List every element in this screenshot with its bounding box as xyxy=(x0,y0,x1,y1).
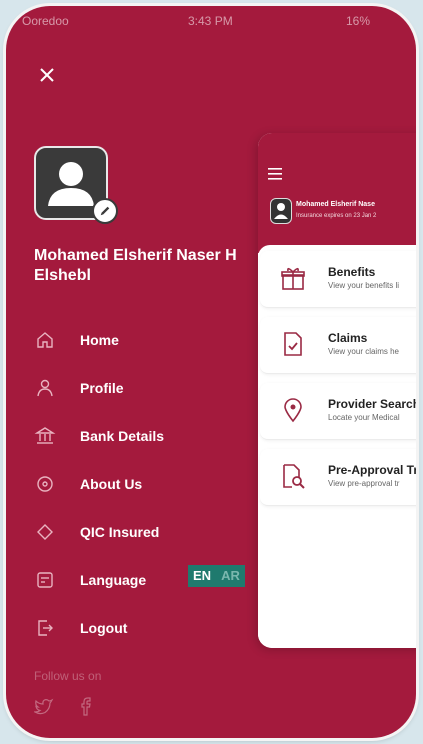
main-screen-preview[interactable]: Mohamed Elsherif Nase Insurance expires … xyxy=(258,133,416,648)
status-bar: Ooredoo 3:43 PM 16% xyxy=(6,6,416,32)
doc-search-icon xyxy=(283,464,305,489)
close-button[interactable] xyxy=(36,64,58,86)
gift-icon xyxy=(281,267,305,290)
user-icon xyxy=(37,379,53,397)
language-ar-option[interactable]: AR xyxy=(216,565,245,587)
preview-item-pre-approval[interactable]: Pre-Approval Tr View pre-approval tr xyxy=(260,449,416,506)
preview-item-subtitle: Locate your Medical xyxy=(328,413,400,422)
menu-item-language[interactable]: Language EN AR xyxy=(34,565,254,594)
preview-item-claims[interactable]: Claims View your claims he xyxy=(260,317,416,374)
map-pin-icon xyxy=(284,398,302,423)
claim-icon xyxy=(284,332,302,356)
menu-item-label: QIC Insured xyxy=(80,524,160,540)
preview-item-title: Pre-Approval Tr xyxy=(328,463,416,477)
preview-item-title: Provider Search xyxy=(328,397,416,411)
preview-item-title: Benefits xyxy=(328,265,376,279)
preview-item-subtitle: View your benefits li xyxy=(328,281,399,290)
location-icon xyxy=(37,476,53,492)
preview-list: Benefits View your benefits li Claims Vi… xyxy=(258,245,416,648)
home-icon xyxy=(37,332,53,348)
preview-item-benefits[interactable]: Benefits View your benefits li xyxy=(260,251,416,308)
facebook-icon[interactable] xyxy=(76,696,96,716)
preview-expiry: Insurance expires on 23 Jan 2 xyxy=(296,213,377,219)
diamond-icon xyxy=(37,524,53,540)
carrier-label: Ooredoo xyxy=(22,14,69,28)
menu-item-profile[interactable]: Profile xyxy=(34,374,254,402)
menu-item-label: Logout xyxy=(80,620,128,636)
user-name: Mohamed Elsherif Naser H Elshebl xyxy=(34,247,237,284)
bank-icon xyxy=(34,427,56,444)
language-toggle: EN AR xyxy=(188,565,245,587)
phone-screen: Ooredoo 3:43 PM 16% Mohamed Elsherif Nas… xyxy=(6,6,416,738)
preview-item-subtitle: View your claims he xyxy=(328,347,399,356)
preview-user-name: Mohamed Elsherif Nase xyxy=(296,201,375,208)
menu-item-label: Profile xyxy=(80,380,124,396)
menu-item-home[interactable]: Home xyxy=(34,326,254,354)
preview-header: Mohamed Elsherif Nase Insurance expires … xyxy=(258,133,416,253)
preview-item-subtitle: View pre-approval tr xyxy=(328,479,400,488)
menu-item-label: Home xyxy=(80,332,119,348)
language-en-option[interactable]: EN xyxy=(188,565,217,587)
twitter-icon[interactable] xyxy=(34,696,54,716)
preview-item-title: Claims xyxy=(328,331,368,345)
document-icon xyxy=(37,572,53,588)
menu-item-label: Language xyxy=(80,572,147,588)
close-icon xyxy=(40,68,54,82)
hamburger-icon[interactable] xyxy=(268,168,284,180)
battery-label: 16% xyxy=(346,14,371,28)
edit-avatar-button[interactable] xyxy=(92,198,118,224)
logout-icon xyxy=(38,620,53,636)
status-time: 3:43 PM xyxy=(188,14,233,28)
preview-item-provider-search[interactable]: Provider Search Locate your Medical xyxy=(260,383,416,440)
menu-item-logout[interactable]: Logout xyxy=(34,614,254,642)
menu-item-label: Bank Details xyxy=(80,428,165,444)
preview-avatar xyxy=(270,198,292,224)
menu-item-bank-details[interactable]: Bank Details xyxy=(34,422,254,450)
pencil-icon xyxy=(100,206,110,216)
menu-item-qic-insured[interactable]: QIC Insured xyxy=(34,518,254,546)
follow-us-label: Follow us on xyxy=(34,669,102,683)
menu-item-label: About Us xyxy=(80,476,143,492)
user-silhouette-icon xyxy=(274,203,288,219)
menu-item-about-us[interactable]: About Us xyxy=(34,470,254,498)
